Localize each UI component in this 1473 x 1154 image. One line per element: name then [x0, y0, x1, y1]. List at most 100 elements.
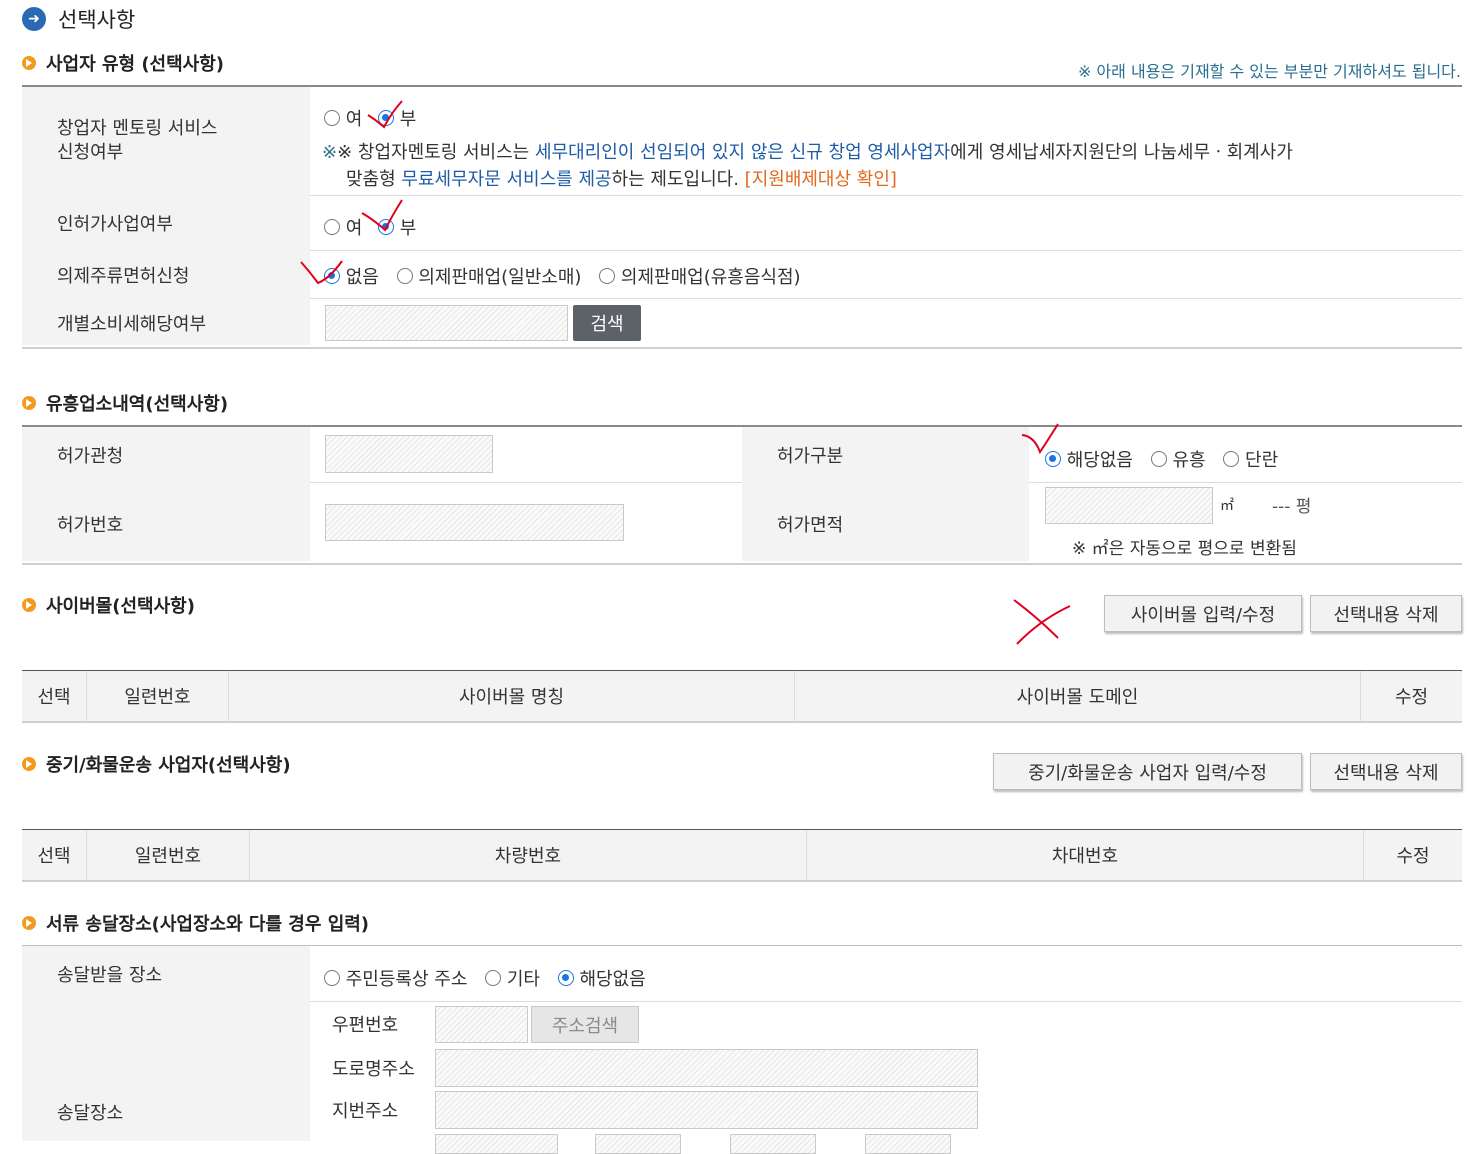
section-title-delivery: 서류 송달장소(사업장소와 다를 경우 입력) [22, 910, 369, 936]
transport-table-header: 선택 일련번호 차량번호 차대번호 수정 [22, 829, 1462, 882]
receive-resident-label: 주민등록상 주소 [345, 969, 468, 990]
bullet-icon [22, 56, 36, 70]
liquor-radio-group: 없음 의제판매업(일반소매) 의제판매업(유흥음식점) [324, 263, 801, 289]
desc-highlight-2: 무료세무자문 서비스를 제공 [401, 169, 612, 190]
entertainment-row-1: 허가관청 허가구분 해당없음 유흥 단란 [22, 427, 1462, 483]
liquor-radio-entertainment[interactable] [599, 268, 616, 284]
area-unit: ㎡ [1220, 498, 1234, 514]
cross-mark-cyber-mall [1013, 599, 1071, 645]
mentoring-radio-yes[interactable] [324, 110, 340, 126]
section-title-entertainment: 유흥업소내역(선택사항) [22, 390, 228, 416]
bullet-icon [22, 757, 36, 771]
liquor-license-row: 의제주류면허신청 없음 의제판매업(일반소매) 의제판매업(유흥음식점) [22, 250, 1462, 299]
excise-label-cell: 개별소비세해당여부 [22, 298, 310, 345]
cyber-mall-table-header: 선택 일련번호 사이버몰 명칭 사이버몰 도메인 수정 [22, 670, 1462, 723]
mentoring-label-cell: 창업자 멘토링 서비스 신청여부 [22, 87, 310, 195]
optional-note: ※ 아래 내용은 기재할 수 있는 부분만 기재하셔도 됩니다. [1077, 62, 1461, 81]
col-chassis-number: 차대번호 [806, 830, 1363, 880]
permit-type-radio-group: 해당없음 유흥 단란 [1045, 446, 1278, 472]
excise-tax-label: 개별소비세해당여부 [57, 314, 207, 335]
delivery-receive-row: 송달받을 장소 주민등록상 주소 기타 해당없음 [22, 946, 1462, 1002]
license-label-cell: 인허가사업여부 [22, 195, 310, 250]
liquor-radio-none[interactable] [324, 268, 340, 284]
desc-text-3: 하는 제도입니다. [611, 169, 745, 190]
detail-input-1[interactable] [435, 1134, 558, 1154]
permit-area-label-cell: 허가면적 [742, 482, 1029, 561]
detail-input-4[interactable] [865, 1134, 951, 1154]
permit-type-label-cell: 허가구분 [742, 427, 1029, 482]
section-title-text: 유흥업소내역(선택사항) [46, 394, 229, 415]
permit-office-input[interactable] [325, 435, 493, 473]
bullet-icon [22, 598, 36, 612]
permit-office-label-cell: 허가관청 [22, 427, 310, 482]
col-mall-name: 사이버몰 명칭 [228, 671, 794, 721]
mentoring-yes-label: 여 [345, 109, 363, 130]
note-mark: ※ [322, 142, 338, 163]
receive-radio-group: 주민등록상 주소 기타 해당없음 [324, 965, 646, 991]
excise-tax-input[interactable] [325, 305, 568, 341]
liquor-radio-retail[interactable] [396, 268, 413, 284]
permit-number-input[interactable] [325, 504, 624, 541]
mentoring-description-line1: ※※ 창업자멘토링 서비스는 세무대리인이 선임되어 있지 않은 신규 창업 영… [322, 138, 1293, 164]
transport-delete-button[interactable]: 선택내용 삭제 [1310, 753, 1462, 790]
desc-text-mid: 에게 영세납세자지원단의 나눔세무ㆍ회계사가 [950, 142, 1293, 163]
receive-radio-none[interactable] [557, 970, 574, 986]
business-type-table: 창업자 멘토링 서비스 신청여부 여 부 ※※ 창업자멘토링 서비스는 세무대리… [22, 85, 1462, 349]
mentoring-radio-group: 여 부 [324, 105, 416, 131]
exclusion-check-link[interactable]: [지원배제대상 확인] [745, 169, 897, 190]
section-title-text: 서류 송달장소(사업장소와 다를 경우 입력) [46, 914, 370, 935]
road-address-input[interactable] [435, 1049, 978, 1087]
mentoring-description-line2: 맞춤형 무료세무자문 서비스를 제공하는 제도입니다. [지원배제대상 확인] [346, 165, 897, 191]
postal-code-input[interactable] [435, 1006, 528, 1043]
liquor-license-label: 의제주류면허신청 [57, 266, 190, 287]
detail-input-2[interactable] [595, 1134, 681, 1154]
excise-search-button[interactable]: 검색 [573, 305, 641, 341]
license-radio-group: 여 부 [324, 214, 416, 240]
liquor-label-cell: 의제주류면허신청 [22, 250, 310, 298]
section-title-text: 사업자 유형 (선택사항) [46, 54, 225, 75]
receive-other-label: 기타 [506, 969, 540, 990]
address-search-button[interactable]: 주소검색 [531, 1006, 639, 1043]
permit-type-entertainment-label: 유흥 [1172, 450, 1206, 471]
liquor-retail-label: 의제판매업(일반소매) [418, 267, 582, 288]
lot-address-input[interactable] [435, 1091, 978, 1129]
receive-label-cell: 송달받을 장소 [22, 946, 310, 1001]
lot-address-label: 지번주소 [332, 1101, 399, 1122]
mentoring-no-label: 부 [399, 109, 417, 130]
col-edit: 수정 [1360, 671, 1462, 721]
liquor-entertainment-label: 의제판매업(유흥음식점) [620, 267, 801, 288]
mentoring-row: 창업자 멘토링 서비스 신청여부 여 부 ※※ 창업자멘토링 서비스는 세무대리… [22, 87, 1462, 196]
permit-type-danran-label: 단란 [1245, 450, 1279, 471]
license-business-row: 인허가사업여부 여 부 [22, 195, 1462, 251]
permit-area-label: 허가면적 [777, 515, 844, 536]
permit-type-radio-entertainment[interactable] [1150, 451, 1167, 467]
col-select: 선택 [37, 846, 71, 867]
permit-number-label: 허가번호 [57, 515, 124, 536]
permit-office-label: 허가관청 [57, 446, 124, 467]
transport-input-button[interactable]: 중기/화물운송 사업자 입력/수정 [993, 753, 1302, 790]
page-title-text: 선택사항 [58, 8, 136, 32]
receive-place-label: 송달받을 장소 [57, 965, 163, 986]
cyber-mall-delete-button[interactable]: 선택내용 삭제 [1310, 595, 1462, 632]
mentoring-label: 창업자 멘토링 서비스 신청여부 [57, 118, 218, 163]
desc-text: ※ 창업자멘토링 서비스는 [337, 142, 535, 163]
license-radio-no[interactable] [378, 219, 395, 235]
desc-text-2: 맞춤형 [346, 169, 402, 190]
license-radio-yes[interactable] [324, 219, 340, 235]
cyber-mall-input-button[interactable]: 사이버몰 입력/수정 [1104, 595, 1302, 632]
receive-radio-other[interactable] [485, 970, 502, 986]
receive-radio-resident[interactable] [324, 970, 340, 986]
permit-type-label: 허가구분 [777, 446, 844, 467]
page-title: ➜ 선택사항 [22, 4, 135, 34]
license-no-label: 부 [399, 218, 417, 239]
receive-none-label: 해당없음 [579, 969, 646, 990]
arrow-circle-icon: ➜ [22, 7, 46, 31]
permit-area-input[interactable] [1045, 487, 1213, 524]
delivery-place-row: 송달장소 우편번호 주소검색 도로명주소 지번주소 [22, 1001, 1462, 1154]
permit-type-radio-none[interactable] [1045, 451, 1061, 467]
detail-input-3[interactable] [730, 1134, 816, 1154]
section-title-transport: 중기/화물운송 사업자(선택사항) [22, 751, 291, 777]
permit-type-radio-danran[interactable] [1223, 451, 1240, 467]
mentoring-radio-no[interactable] [378, 110, 395, 126]
pyeong-value: --- 평 [1272, 497, 1312, 517]
